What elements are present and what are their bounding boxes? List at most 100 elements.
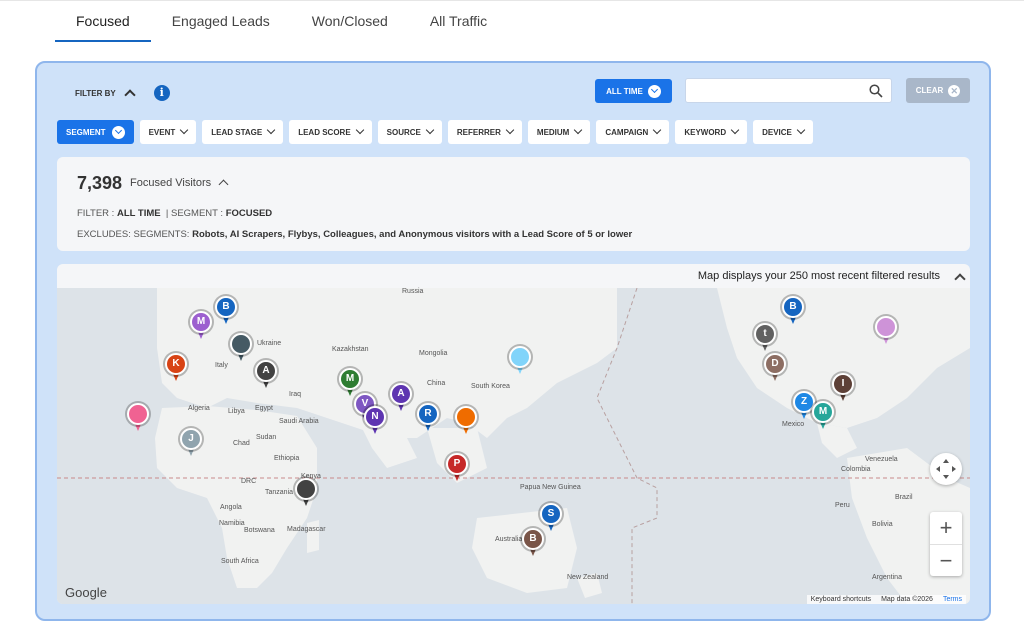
chip-device[interactable]: DEVICE: [753, 120, 813, 144]
map-label: Chad: [233, 440, 250, 447]
chip-source[interactable]: SOURCE: [377, 120, 442, 144]
filter-chips: SEGMENT EVENT LEAD STAGE LEAD SCORE SOUR…: [57, 120, 813, 144]
chevron-up-icon[interactable]: [954, 273, 966, 285]
pin-avatar: S: [540, 503, 562, 525]
map-label: Brazil: [895, 494, 913, 501]
pin-avatar: M: [812, 401, 834, 423]
pin-avatar: I: [832, 373, 854, 395]
chevron-down-icon: [355, 125, 364, 135]
map-pin[interactable]: A: [255, 360, 277, 390]
pin-avatar: D: [764, 353, 786, 375]
pin-avatar: [875, 316, 897, 338]
map-label: Mexico: [782, 421, 805, 428]
map-pin[interactable]: R: [417, 403, 439, 433]
visitor-count: 7,398: [77, 173, 123, 193]
fullscreen-button[interactable]: [930, 453, 962, 485]
map-label: Sudan: [256, 434, 277, 441]
map-pin[interactable]: [127, 403, 149, 433]
map-label: Ethiopia: [274, 455, 300, 462]
chip-label: EVENT: [148, 127, 176, 137]
pin-avatar: t: [754, 323, 776, 345]
clear-button[interactable]: CLEAR ✕: [906, 78, 970, 103]
map-pin[interactable]: [295, 478, 317, 508]
chip-campaign[interactable]: CAMPAIGN: [596, 120, 670, 144]
map-pin[interactable]: t: [754, 323, 776, 353]
map-label: Saudi Arabia: [279, 418, 319, 425]
chip-label: SOURCE: [386, 127, 421, 137]
map-pin[interactable]: B: [782, 296, 804, 326]
chip-label: KEYWORD: [684, 127, 727, 137]
chevron-up-icon: [124, 89, 136, 101]
chip-label: DEVICE: [762, 127, 792, 137]
pin-avatar: [295, 478, 317, 500]
excludes-line: EXCLUDES: SEGMENTS: Robots, AI Scrapers,…: [77, 229, 632, 240]
world-map[interactable]: Russia Ukraine Italy Kazakhstan Mongolia…: [57, 288, 970, 604]
terms-link[interactable]: Terms: [943, 596, 962, 603]
chevron-down-icon: [111, 125, 125, 139]
visitor-count-label: Focused Visitors: [130, 177, 212, 189]
map-label: South Korea: [471, 383, 510, 390]
map-pin[interactable]: [875, 316, 897, 346]
map-pin[interactable]: [455, 406, 477, 436]
filter-by-toggle[interactable]: FILTER BY i: [75, 85, 170, 101]
map-pin[interactable]: [230, 333, 252, 363]
chevron-down-icon: [796, 125, 806, 135]
map-pin[interactable]: N: [364, 406, 386, 436]
chip-referrer[interactable]: REFERRER: [447, 120, 522, 144]
map-pin[interactable]: M: [190, 311, 212, 341]
map-label: Argentina: [872, 574, 902, 581]
chevron-down-icon: [653, 125, 662, 135]
info-icon[interactable]: i: [153, 85, 170, 101]
search-input[interactable]: [685, 78, 892, 103]
map-pin[interactable]: D: [764, 353, 786, 383]
map-pin[interactable]: K: [165, 353, 187, 383]
map-label: Botswana: [244, 527, 275, 534]
chip-keyword[interactable]: KEYWORD: [675, 120, 748, 144]
map-pin[interactable]: P: [446, 453, 468, 483]
chip-medium[interactable]: MEDIUM: [527, 120, 591, 144]
filter-panel: FILTER BY i ALL TIME CLEAR ✕ SEGMENT EVE…: [35, 61, 991, 621]
chip-segment[interactable]: SEGMENT: [57, 120, 134, 144]
map-label: Australia: [495, 536, 523, 543]
chip-lead-score[interactable]: LEAD SCORE: [289, 120, 372, 144]
chip-label: SEGMENT: [66, 127, 106, 137]
map-label: Mongolia: [419, 350, 448, 357]
zoom-in-button[interactable]: +: [930, 512, 962, 544]
map-label: Colombia: [841, 466, 871, 473]
map-label: Ukraine: [257, 340, 282, 347]
filter-prefix: FILTER :: [77, 208, 117, 219]
map-pin[interactable]: J: [180, 428, 202, 458]
segment-value: FOCUSED: [225, 208, 273, 219]
pin-avatar: M: [339, 368, 361, 390]
excludes-prefix: EXCLUDES: SEGMENTS:: [77, 229, 193, 240]
map-pin[interactable]: A: [390, 383, 412, 413]
chevron-down-icon: [179, 125, 189, 135]
map-pin[interactable]: [509, 346, 531, 376]
pin-avatar: J: [180, 428, 202, 450]
keyboard-shortcuts-link[interactable]: Keyboard shortcuts: [811, 596, 871, 603]
zoom-out-button[interactable]: −: [930, 545, 962, 577]
chevron-down-icon: [425, 125, 435, 135]
map-pin[interactable]: B: [522, 528, 544, 558]
filter-value: ALL TIME: [116, 208, 161, 219]
map-pin[interactable]: I: [832, 373, 854, 403]
map-label: Papua New Guinea: [520, 484, 581, 491]
zoom-controls: + −: [930, 512, 962, 576]
chip-label: MEDIUM: [536, 127, 570, 137]
map-pin[interactable]: M: [812, 401, 834, 431]
chevron-up-icon[interactable]: [218, 179, 229, 190]
map-card: Map displays your 250 most recent filter…: [57, 264, 970, 604]
tab-won-closed[interactable]: Won/Closed: [291, 0, 409, 42]
time-range-label: ALL TIME: [606, 86, 643, 96]
chip-lead-stage[interactable]: LEAD STAGE: [202, 120, 284, 144]
map-label: Libya: [228, 408, 245, 415]
map-label: Bolivia: [872, 521, 893, 528]
tab-all-traffic[interactable]: All Traffic: [409, 0, 508, 42]
tab-focused[interactable]: Focused: [55, 0, 151, 42]
map-label: China: [427, 380, 446, 387]
map-pin[interactable]: B: [215, 296, 237, 326]
time-range-button[interactable]: ALL TIME: [595, 79, 672, 103]
tab-engaged-leads[interactable]: Engaged Leads: [151, 0, 291, 42]
search-icon[interactable]: [869, 84, 883, 98]
chip-event[interactable]: EVENT: [139, 120, 197, 144]
